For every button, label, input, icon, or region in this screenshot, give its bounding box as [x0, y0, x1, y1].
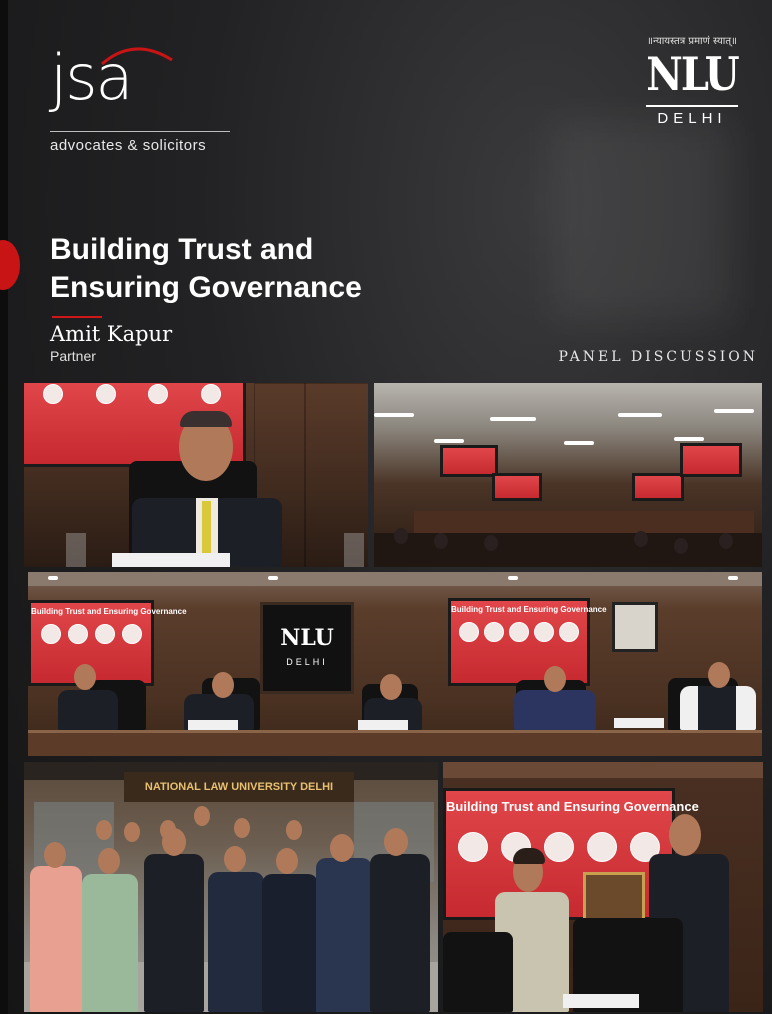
jsa-logo-mark: jsa [50, 41, 134, 114]
panel-stage-photo: Building Trust and Ensuring Governance N… [28, 572, 762, 756]
group-photo: NATIONAL LAW UNIVERSITY DELHI [24, 762, 438, 1012]
stage-screen-left-title: Building Trust and Ensuring Governance [31, 607, 187, 616]
event-title-line-2: Ensuring Governance [50, 271, 362, 304]
jsa-tagline: advocates & solicitors [50, 137, 207, 154]
speaker-closeup-photo [24, 383, 368, 567]
stage-screen-right: Building Trust and Ensuring Governance [448, 598, 607, 686]
stage-nlu-logo: NLU DELHI [260, 602, 354, 694]
event-title: Building Trust and Ensuring Governance [50, 231, 362, 307]
nlu-city: DELHI [657, 110, 727, 127]
memento-presentation-photo: Building Trust and Ensuring Governance [443, 762, 763, 1012]
nlu-divider [646, 105, 738, 107]
title-underline [52, 316, 102, 318]
background-glare [552, 120, 732, 320]
presentation-screen-title: Building Trust and Ensuring Governance [446, 799, 699, 814]
red-accent-dot [0, 240, 20, 290]
nlu-logo-mark: NLU [646, 47, 739, 102]
poster: jsa advocates & solicitors ॥न्यायस्तत्र … [0, 0, 772, 1014]
jsa-logo: jsa advocates & solicitors [50, 38, 240, 158]
nlu-motto: ॥न्यायस्तत्र प्रमाणं स्यात्॥ [646, 36, 738, 47]
event-type: PANEL DISCUSSION [558, 349, 758, 365]
speaker-role: Partner [50, 348, 96, 364]
stage-logo-mark: NLU [280, 625, 334, 651]
logo-divider [50, 131, 230, 132]
stage-screen-right-title: Building Trust and Ensuring Governance [451, 605, 607, 614]
stage-logo-city: DELHI [286, 657, 328, 667]
nlu-delhi-logo: ॥न्यायस्तत्र प्रमाणं स्यात्॥ NLU DELHI [638, 33, 746, 148]
building-sign: NATIONAL LAW UNIVERSITY DELHI [124, 772, 354, 802]
auditorium-photo [374, 383, 762, 567]
left-edge [0, 0, 8, 1014]
speaker-name: Amit Kapur [50, 322, 173, 346]
event-title-line-1: Building Trust and [50, 233, 314, 266]
